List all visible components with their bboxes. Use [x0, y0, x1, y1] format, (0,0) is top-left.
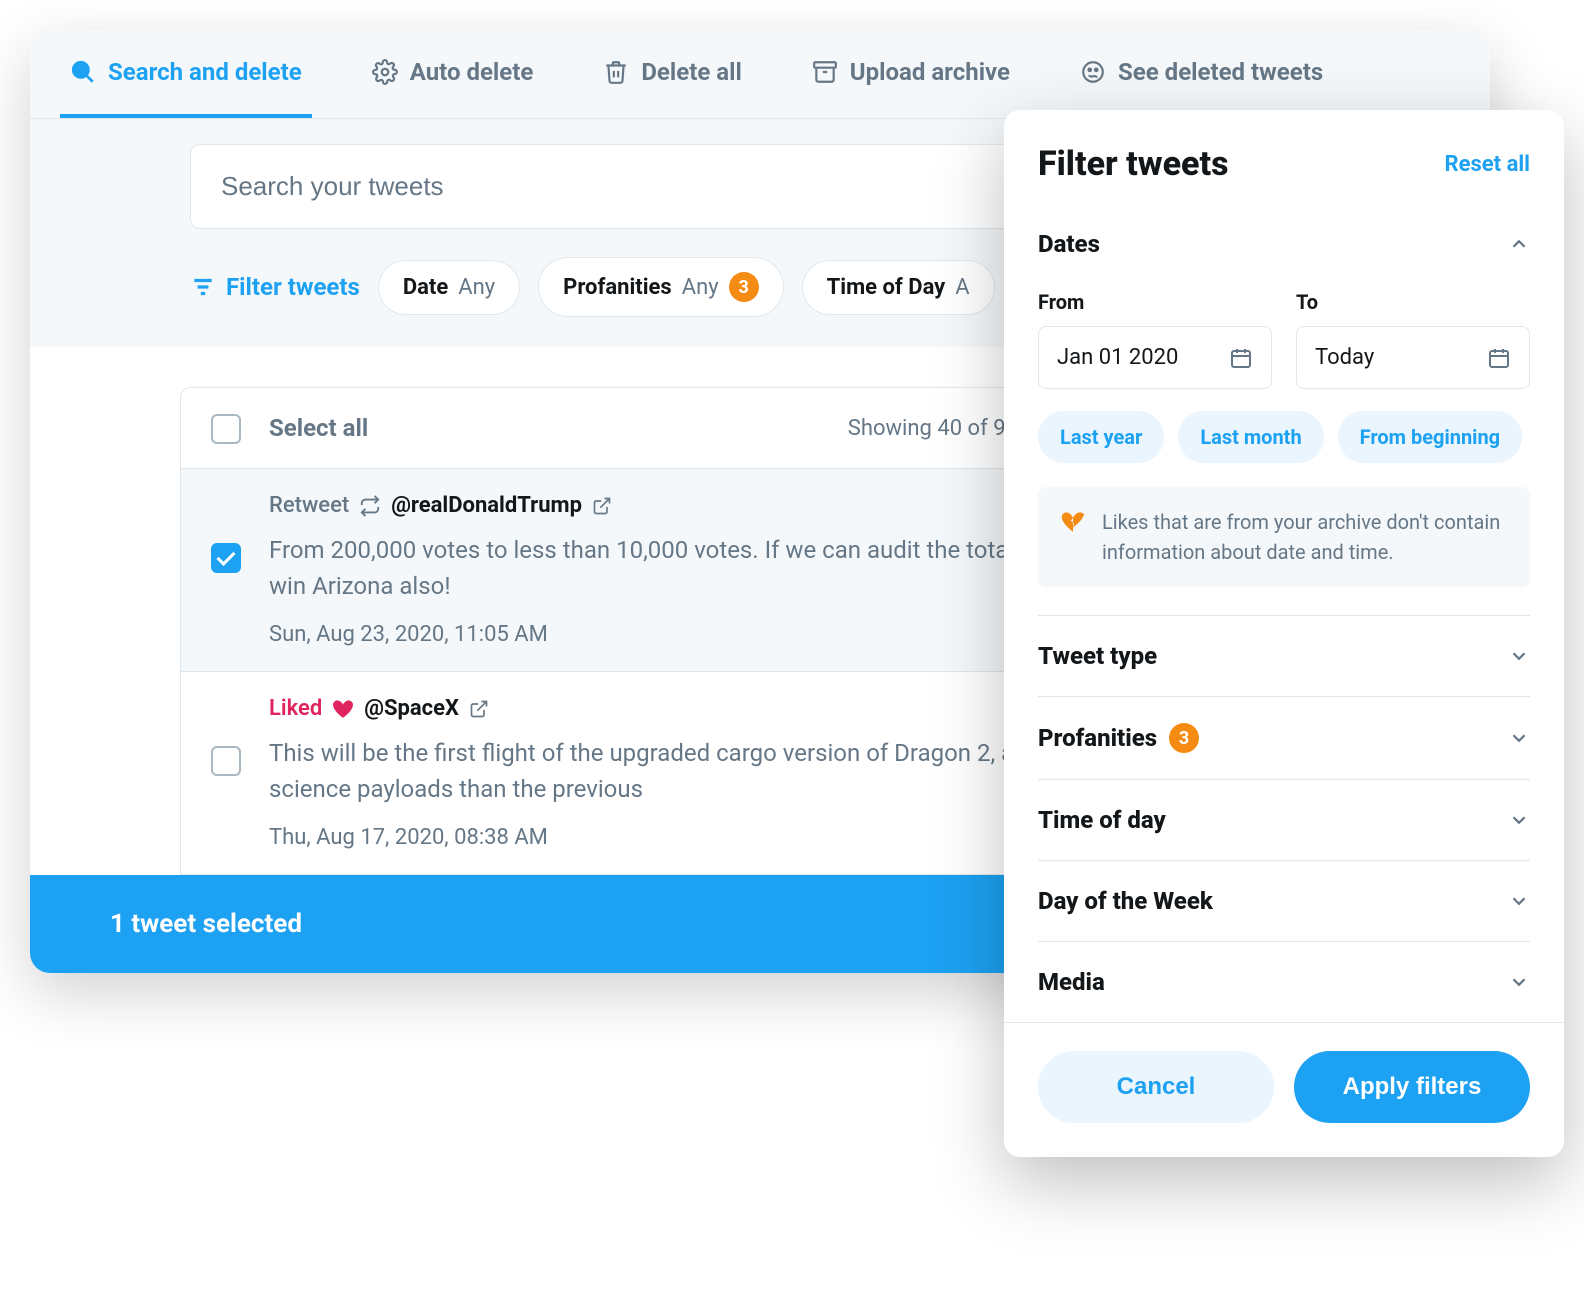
- pill-profanities[interactable]: Profanities Any 3: [538, 257, 784, 317]
- section-profanities[interactable]: Profanities 3: [1038, 696, 1530, 779]
- gear-icon: [372, 59, 398, 85]
- filter-panel-title: Filter tweets: [1038, 144, 1229, 184]
- quick-from-beginning[interactable]: From beginning: [1338, 411, 1522, 463]
- tab-label: See deleted tweets: [1118, 58, 1323, 86]
- quick-last-year[interactable]: Last year: [1038, 411, 1164, 463]
- date-from-label: From: [1038, 290, 1272, 314]
- chevron-up-icon: [1508, 233, 1530, 255]
- section-badge: 3: [1169, 723, 1199, 753]
- section-label: Day of the Week: [1038, 887, 1213, 915]
- pill-value: A: [955, 275, 969, 300]
- external-link-icon[interactable]: [592, 496, 612, 516]
- section-label: Profanities 3: [1038, 723, 1199, 753]
- tweet-type-label: Liked: [269, 696, 322, 721]
- tab-upload-archive[interactable]: Upload archive: [802, 30, 1020, 118]
- quick-last-month[interactable]: Last month: [1178, 411, 1323, 463]
- date-inputs: From Jan 01 2020 To Today: [1038, 290, 1530, 389]
- filter-panel-footer: Cancel Apply filters: [1004, 1022, 1564, 1157]
- section-label: Media: [1038, 968, 1105, 996]
- filter-panel-header: Filter tweets Reset all: [1004, 110, 1564, 204]
- date-info-box: Likes that are from your archive don't c…: [1038, 487, 1530, 587]
- tweet-handle: @SpaceX: [364, 696, 459, 721]
- filter-icon: [190, 274, 216, 300]
- date-to-field[interactable]: Today: [1296, 326, 1530, 389]
- external-link-icon[interactable]: [469, 699, 489, 719]
- filter-tweets-button[interactable]: Filter tweets: [190, 273, 360, 301]
- date-from-value: Jan 01 2020: [1057, 345, 1178, 370]
- pill-time-of-day[interactable]: Time of Day A: [802, 260, 995, 315]
- tab-label: Search and delete: [108, 58, 302, 86]
- tab-label: Upload archive: [850, 58, 1010, 86]
- tab-label: Delete all: [641, 58, 741, 86]
- section-label: Tweet type: [1038, 642, 1157, 670]
- date-to-col: To Today: [1296, 290, 1530, 389]
- retweet-icon: [359, 495, 381, 517]
- date-to-value: Today: [1315, 345, 1374, 370]
- date-from-field[interactable]: Jan 01 2020: [1038, 326, 1272, 389]
- pill-value: Any: [458, 275, 495, 300]
- apply-filters-button[interactable]: Apply filters: [1294, 1051, 1530, 1123]
- date-info-text: Likes that are from your archive don't c…: [1102, 507, 1508, 567]
- filter-panel: Filter tweets Reset all Dates From Jan 0…: [1004, 110, 1564, 1157]
- section-label: Dates: [1038, 230, 1100, 258]
- chevron-down-icon: [1508, 971, 1530, 993]
- section-dates-header[interactable]: Dates: [1038, 204, 1530, 284]
- date-from-col: From Jan 01 2020: [1038, 290, 1272, 389]
- tweet-checkbox[interactable]: [211, 746, 241, 776]
- heart-icon: [332, 698, 354, 720]
- pill-badge: 3: [729, 272, 759, 302]
- section-day-of-week[interactable]: Day of the Week: [1038, 860, 1530, 941]
- tab-search-and-delete[interactable]: Search and delete: [60, 30, 312, 118]
- ghost-icon: [1080, 59, 1106, 85]
- chevron-down-icon: [1508, 809, 1530, 831]
- section-label: Time of day: [1038, 806, 1166, 834]
- tab-auto-delete[interactable]: Auto delete: [362, 30, 544, 118]
- tweet-handle: @realDonaldTrump: [391, 493, 582, 518]
- pill-date[interactable]: Date Any: [378, 260, 520, 315]
- pill-label: Time of Day: [827, 275, 946, 300]
- section-tweet-type[interactable]: Tweet type: [1038, 615, 1530, 696]
- cancel-button[interactable]: Cancel: [1038, 1051, 1274, 1123]
- section-media[interactable]: Media: [1038, 941, 1530, 1022]
- chevron-down-icon: [1508, 890, 1530, 912]
- tab-see-deleted[interactable]: See deleted tweets: [1070, 30, 1333, 118]
- filter-tweets-label: Filter tweets: [226, 273, 360, 301]
- select-all-label: Select all: [269, 414, 368, 442]
- pill-label: Date: [403, 275, 448, 300]
- select-all-checkbox[interactable]: [211, 414, 241, 444]
- selection-count: 1 tweet selected: [110, 909, 302, 939]
- search-icon: [70, 59, 96, 85]
- tweet-type-label: Retweet: [269, 493, 349, 518]
- chevron-down-icon: [1508, 727, 1530, 749]
- calendar-icon: [1487, 346, 1511, 370]
- tab-delete-all[interactable]: Delete all: [593, 30, 751, 118]
- calendar-icon: [1229, 346, 1253, 370]
- pill-label: Profanities: [563, 275, 672, 300]
- quick-date-row: Last year Last month From beginning: [1038, 411, 1530, 463]
- tab-label: Auto delete: [410, 58, 534, 86]
- pill-value: Any: [682, 275, 719, 300]
- filter-panel-body: Dates From Jan 01 2020 To Today Last yea…: [1004, 204, 1564, 1022]
- trash-icon: [603, 59, 629, 85]
- archive-icon: [812, 59, 838, 85]
- tweet-checkbox[interactable]: [211, 543, 241, 573]
- reset-all-button[interactable]: Reset all: [1445, 152, 1531, 177]
- heart-broken-icon: [1060, 509, 1086, 535]
- section-text: Profanities: [1038, 724, 1157, 752]
- chevron-down-icon: [1508, 645, 1530, 667]
- date-to-label: To: [1296, 290, 1530, 314]
- section-time-of-day[interactable]: Time of day: [1038, 779, 1530, 860]
- tab-bar: Search and delete Auto delete Delete all…: [30, 30, 1490, 119]
